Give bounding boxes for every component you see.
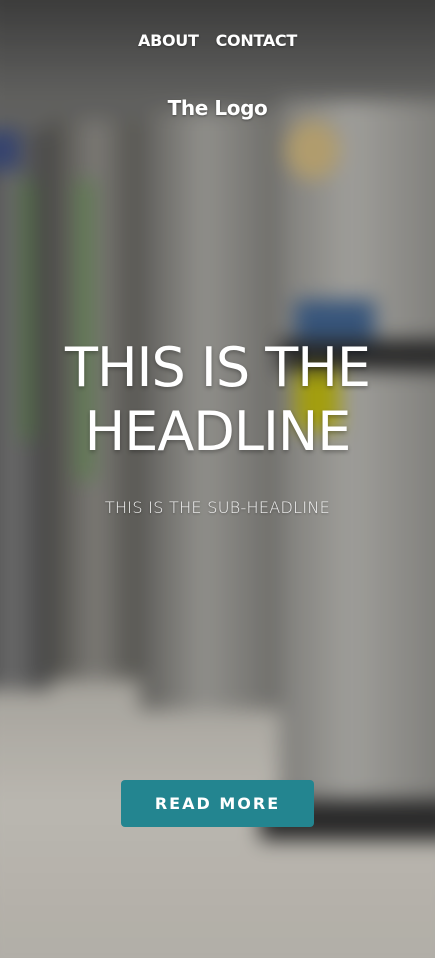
hero-subheadline: THIS IS THE SUB-HEADLINE xyxy=(104,498,331,517)
read-more-button[interactable]: READ MORE xyxy=(121,780,314,827)
site-logo[interactable]: The Logo xyxy=(0,96,435,120)
headline-line-2: HEADLINE xyxy=(84,400,352,463)
nav-link-contact[interactable]: CONTACT xyxy=(216,31,298,50)
hero-section: ABOUT CONTACT The Logo THIS IS THE HEADL… xyxy=(0,0,435,958)
top-nav: ABOUT CONTACT xyxy=(0,31,435,50)
nav-link-about[interactable]: ABOUT xyxy=(138,31,199,50)
headline-line-1: THIS IS THE xyxy=(64,336,371,399)
hero-headline: THIS IS THE HEADLINE xyxy=(0,336,435,464)
